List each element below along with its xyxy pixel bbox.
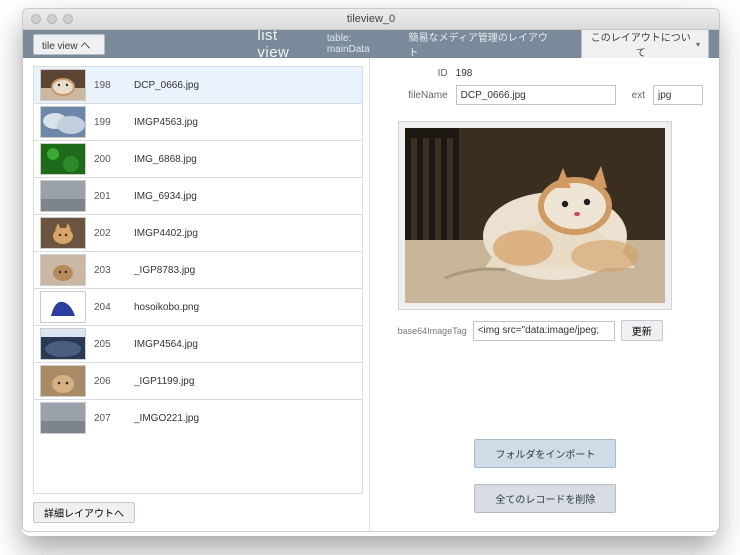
row-filename: IMGP4402.jpg [134, 228, 198, 239]
tileview-button[interactable]: tile view へ [33, 34, 105, 55]
import-folder-button[interactable]: フォルダをインポート [474, 439, 616, 468]
toolbar: tile view へ list view table: mainData 簡易… [23, 30, 719, 58]
detail-panel: ID 198 fileName ext base64ImageTag 更新 [370, 58, 719, 531]
table-row[interactable]: 202 IMGP4402.jpg [34, 215, 362, 252]
table-row[interactable]: 206 _IGP1199.jpg [34, 363, 362, 400]
base64-label: base64ImageTag [398, 326, 467, 336]
thumbnail [40, 291, 86, 323]
thumbnail [40, 106, 86, 138]
row-filename: _IGP1199.jpg [134, 376, 194, 387]
window-title: tileview_0 [23, 13, 719, 25]
table-row[interactable]: 204 hosoikobo.png [34, 289, 362, 326]
row-filename: IMGP4564.jpg [134, 339, 198, 350]
row-id: 200 [94, 154, 126, 165]
update-button[interactable]: 更新 [621, 320, 663, 341]
image-preview [398, 121, 672, 310]
table-row[interactable]: 205 IMGP4564.jpg [34, 326, 362, 363]
row-filename: IMG_6934.jpg [134, 191, 197, 202]
row-filename: _IGP8783.jpg [134, 265, 195, 276]
thumbnail [40, 180, 86, 212]
row-id: 199 [94, 117, 126, 128]
row-filename: DCP_0666.jpg [134, 80, 199, 91]
row-filename: _IMGO221.jpg [134, 413, 199, 424]
thumbnail [40, 69, 86, 101]
row-id: 204 [94, 302, 126, 313]
detail-layout-button[interactable]: 詳細レイアウトへ [33, 502, 135, 523]
row-filename: IMGP4563.jpg [134, 117, 198, 128]
thumbnail [40, 365, 86, 397]
thumbnail [40, 143, 86, 175]
table-row[interactable]: 203 _IGP8783.jpg [34, 252, 362, 289]
row-id: 207 [94, 413, 126, 424]
ext-label: ext [632, 90, 645, 101]
ext-field[interactable] [653, 85, 703, 105]
table-row[interactable]: 198 DCP_0666.jpg [34, 67, 362, 104]
titlebar: tileview_0 [23, 9, 719, 30]
base64-field[interactable] [473, 321, 615, 341]
thumbnail [40, 217, 86, 249]
filename-field[interactable] [456, 85, 616, 105]
row-id: 206 [94, 376, 126, 387]
chevron-down-icon: ▾ [696, 40, 700, 49]
row-id: 198 [94, 80, 126, 91]
row-id: 205 [94, 339, 126, 350]
record-list[interactable]: 198 DCP_0666.jpg 199 IMGP4563.jpg 200 IMG_686… [33, 66, 363, 494]
table-row[interactable]: 207 _IMGO221.jpg [34, 400, 362, 436]
table-row[interactable]: 201 IMG_6934.jpg [34, 178, 362, 215]
thumbnail [40, 328, 86, 360]
row-filename: IMG_6868.jpg [134, 154, 197, 165]
layout-description: 簡易なメディア管理のレイアウト [409, 29, 549, 59]
app-window: tileview_0 tile view へ list view table: … [22, 8, 720, 532]
row-id: 203 [94, 265, 126, 276]
thumbnail [40, 254, 86, 286]
table-label: table: mainData [327, 33, 393, 55]
listview-label: list view [257, 27, 310, 61]
table-row[interactable]: 200 IMG_6868.jpg [34, 141, 362, 178]
row-id: 201 [94, 191, 126, 202]
id-value: 198 [456, 68, 473, 79]
about-layout-button[interactable]: このレイアウトについて ▾ [581, 26, 709, 62]
thumbnail [40, 402, 86, 434]
table-row[interactable]: 199 IMGP4563.jpg [34, 104, 362, 141]
record-list-panel: 198 DCP_0666.jpg 199 IMGP4563.jpg 200 IMG_686… [23, 58, 370, 531]
delete-all-button[interactable]: 全てのレコードを削除 [474, 484, 616, 513]
filename-label: fileName [388, 90, 448, 101]
row-filename: hosoikobo.png [134, 302, 199, 313]
id-label: ID [388, 68, 448, 79]
row-id: 202 [94, 228, 126, 239]
